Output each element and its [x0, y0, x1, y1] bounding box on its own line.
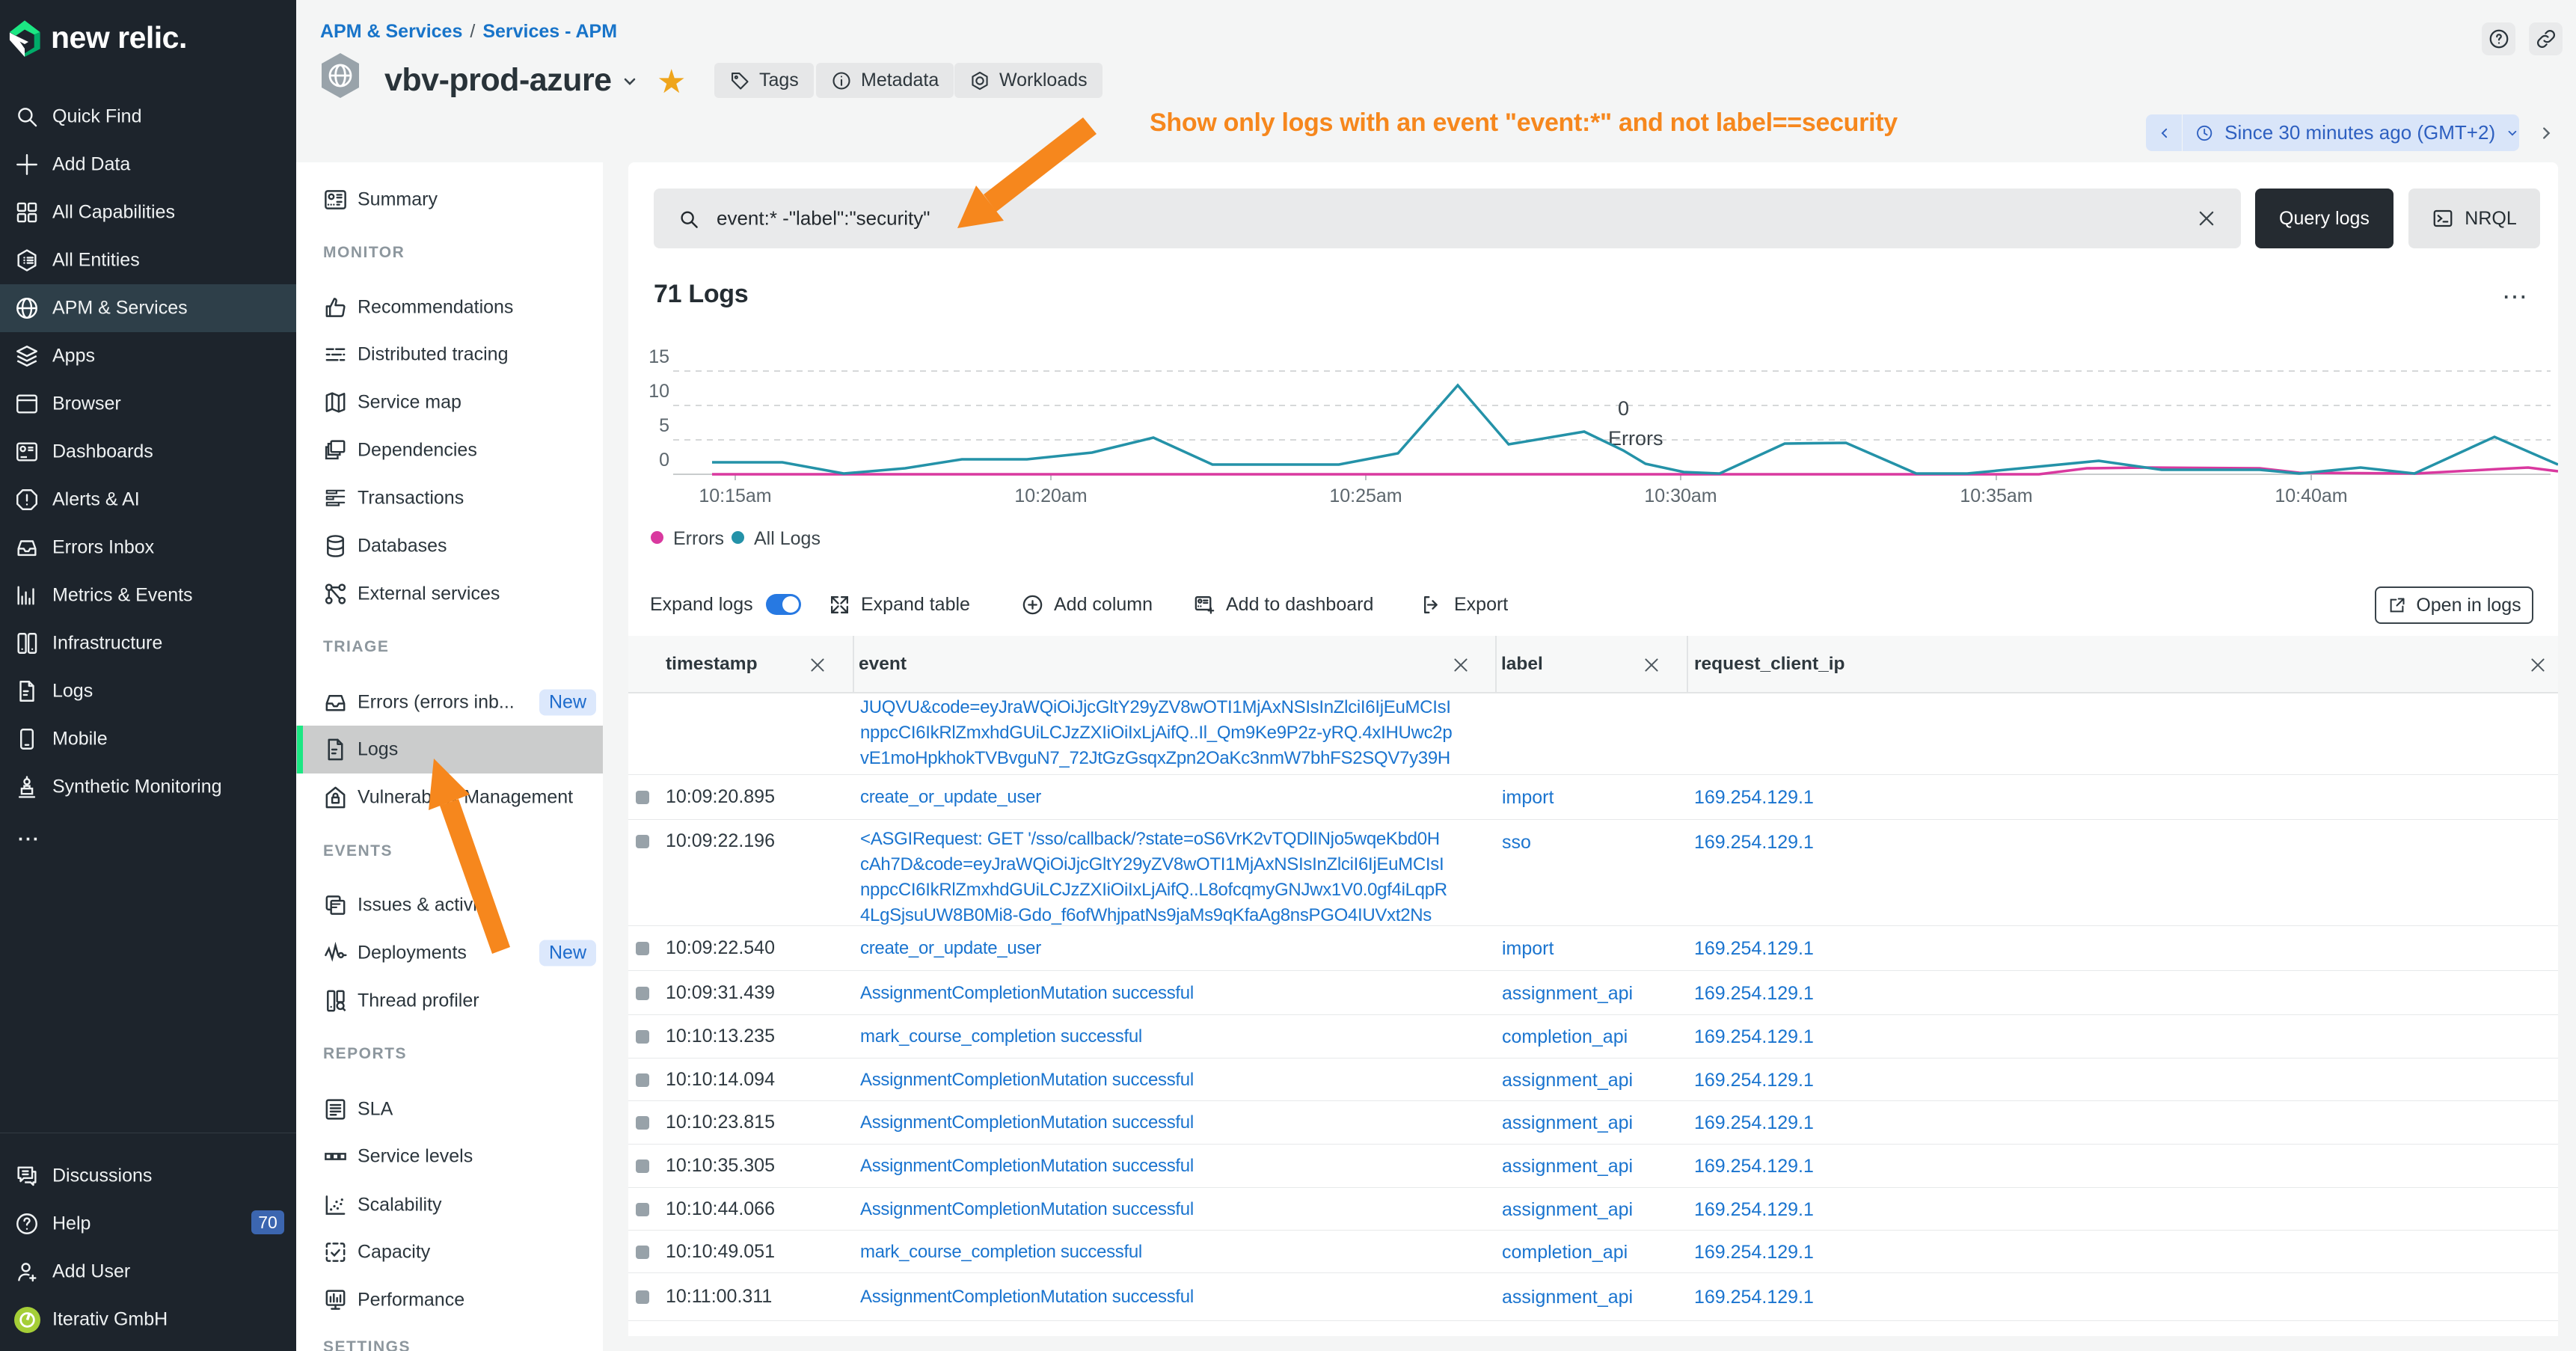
svg-text:0: 0 — [659, 450, 669, 471]
svg-text:10:40am: 10:40am — [2275, 485, 2347, 506]
svg-text:10:35am: 10:35am — [1960, 485, 2032, 506]
svg-text:10:20am: 10:20am — [1014, 485, 1087, 506]
svg-text:0: 0 — [1618, 397, 1629, 420]
svg-text:10: 10 — [648, 381, 669, 402]
svg-text:10:25am: 10:25am — [1329, 485, 1402, 506]
svg-text:10:30am: 10:30am — [1644, 485, 1717, 506]
svg-text:10:15am: 10:15am — [699, 485, 771, 506]
svg-text:15: 15 — [648, 346, 669, 367]
svg-text:5: 5 — [659, 415, 669, 436]
